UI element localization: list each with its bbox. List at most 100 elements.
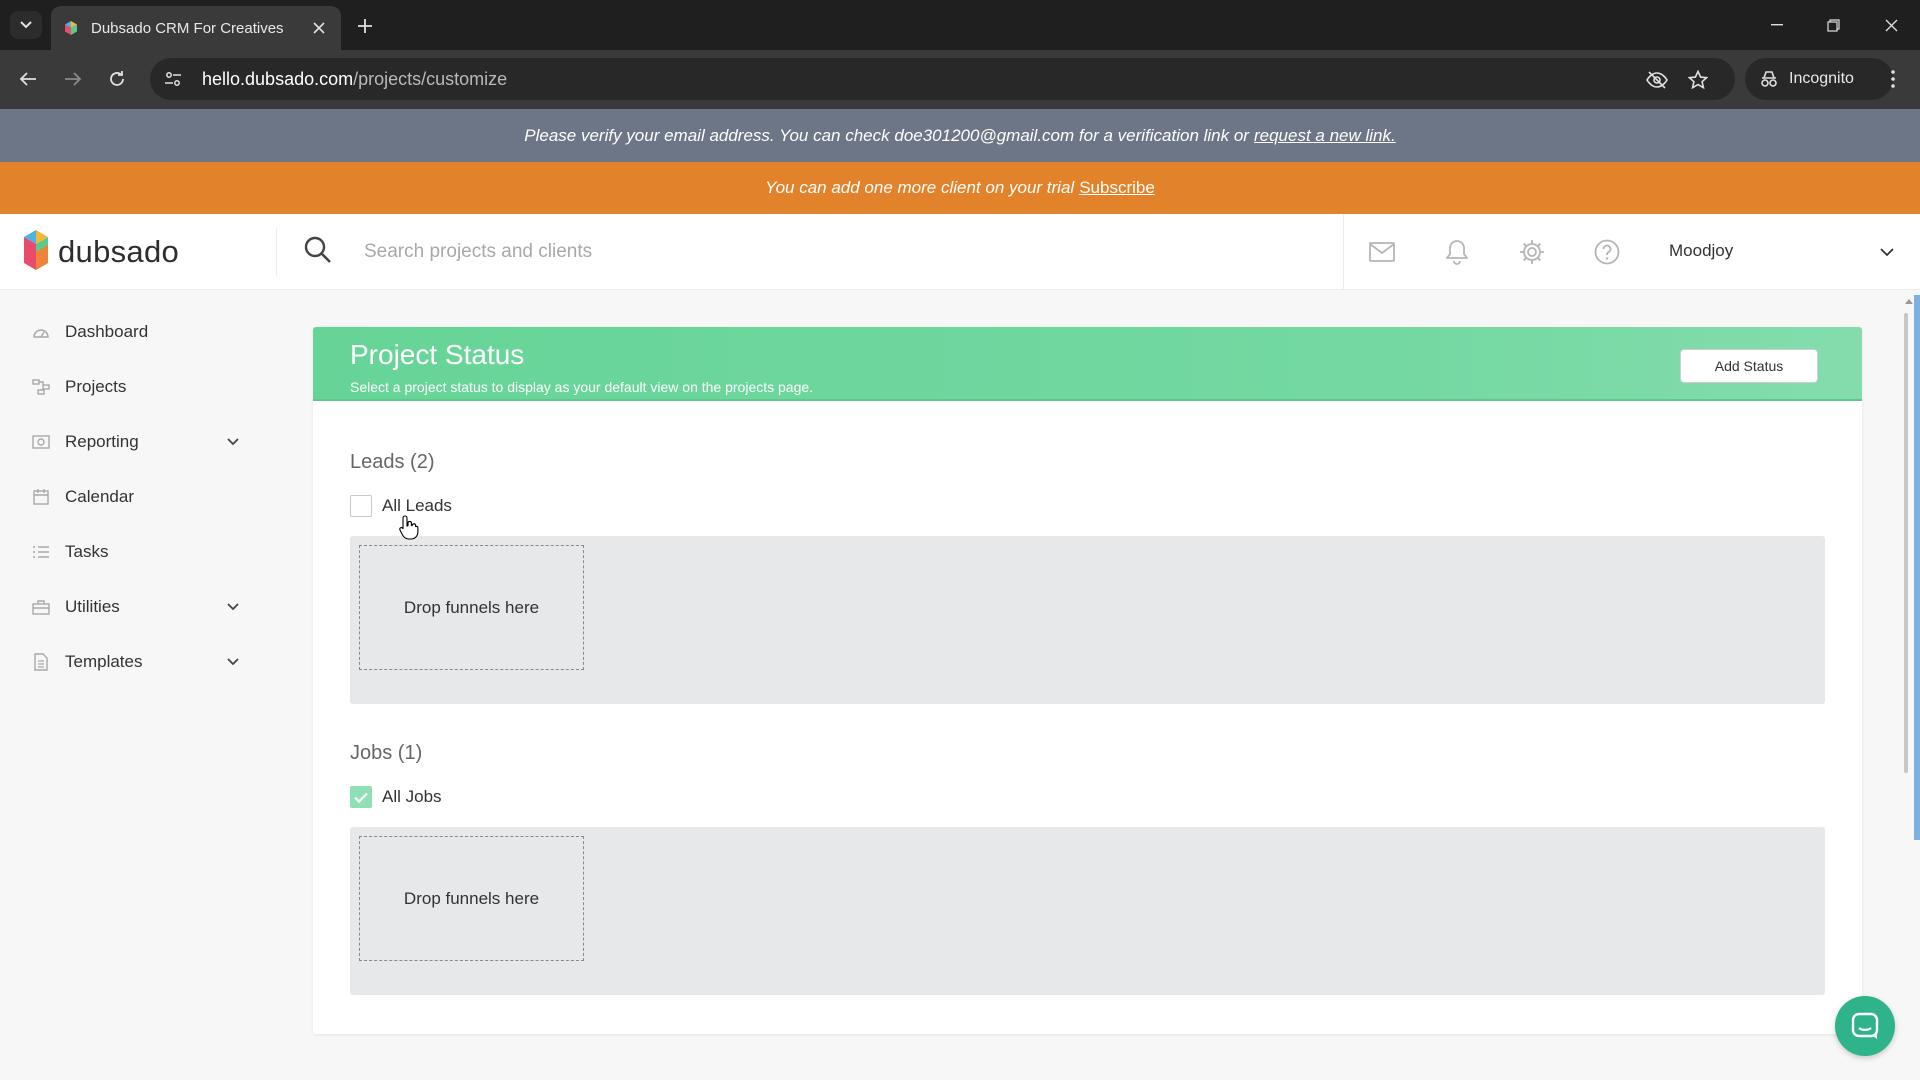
arrow-left-icon — [19, 72, 36, 86]
app-header: dubsado Moodjoy — [0, 214, 1920, 290]
templates-icon — [30, 651, 52, 673]
card-header: Project Status Select a project status t… — [313, 327, 1862, 401]
minimize-button[interactable] — [1757, 10, 1797, 40]
user-name[interactable]: Moodjoy — [1669, 241, 1733, 261]
help-icon[interactable] — [1592, 237, 1622, 267]
more-vertical-icon — [1891, 70, 1895, 88]
arrow-right-icon — [65, 72, 82, 86]
sidebar-item-label: Calendar — [65, 487, 134, 506]
all-jobs-checkbox-row[interactable]: All Jobs — [350, 785, 442, 809]
search-icon[interactable] — [304, 236, 334, 266]
sidebar-item-tasks[interactable]: Tasks — [30, 532, 250, 572]
dubsado-logo-icon — [24, 230, 48, 270]
dubsado-favicon-icon — [65, 21, 77, 35]
utilities-icon — [30, 596, 52, 618]
search-input[interactable] — [364, 234, 1264, 270]
tasks-icon — [30, 541, 52, 563]
dashboard-icon — [30, 321, 52, 343]
all-jobs-label[interactable]: All Jobs — [382, 787, 442, 807]
reload-button[interactable] — [104, 66, 130, 92]
sidebar-item-label: Projects — [65, 377, 127, 396]
tab-title: Dubsado CRM For Creatives — [91, 19, 284, 37]
sidebar-item-label: Templates — [65, 652, 143, 671]
browser-tab-bar: Dubsado CRM For Creatives — [0, 0, 1920, 50]
site-info-icon[interactable] — [164, 70, 182, 88]
sidebar-item-utilities[interactable]: Utilities — [30, 587, 250, 627]
chevron-down-icon — [20, 21, 32, 29]
page-subtitle: Select a project status to display as yo… — [350, 379, 814, 395]
scroll-edge-indicator — [1914, 295, 1920, 840]
bell-icon[interactable] — [1442, 237, 1472, 267]
sidebar-item-projects[interactable]: Projects — [30, 367, 250, 407]
sidebar-item-label: Tasks — [65, 542, 109, 561]
page-title: Project Status — [350, 339, 525, 370]
add-status-button[interactable]: Add Status — [1680, 349, 1818, 383]
url-path: /projects/customize — [353, 68, 508, 89]
all-leads-label[interactable]: All Leads — [382, 496, 452, 516]
back-button[interactable] — [15, 66, 41, 92]
url-text: hello.dubsado.com/projects/customize — [202, 69, 507, 90]
leads-drop-zone[interactable]: Drop funnels here — [359, 545, 584, 670]
jobs-drop-zone[interactable]: Drop funnels here — [359, 836, 584, 961]
chevron-down-icon[interactable] — [1877, 242, 1897, 262]
logo-text: dubsado — [58, 234, 180, 269]
tab-search-button[interactable] — [10, 11, 42, 39]
projects-icon — [30, 376, 52, 398]
eye-off-icon[interactable] — [1645, 68, 1669, 92]
calendar-icon — [30, 486, 52, 508]
chat-button[interactable] — [1835, 996, 1895, 1056]
chevron-down-icon[interactable] — [224, 433, 242, 451]
incognito-label: Incognito — [1789, 70, 1854, 87]
minimize-icon — [1771, 24, 1783, 26]
url-host: hello.dubsado.com — [202, 68, 354, 89]
incognito-indicator[interactable]: Incognito — [1745, 58, 1893, 100]
sidebar-item-label: Dashboard — [65, 322, 149, 341]
header-divider — [1343, 214, 1344, 290]
dubsado-logo[interactable]: dubsado — [22, 228, 277, 276]
incognito-icon — [1761, 71, 1777, 87]
reload-icon — [110, 71, 124, 86]
plus-icon — [358, 19, 372, 33]
leads-section-title: Leads (2) — [350, 451, 435, 473]
sidebar-item-label: Reporting — [65, 432, 139, 451]
sidebar-item-calendar[interactable]: Calendar — [30, 477, 250, 517]
sidebar-item-reporting[interactable]: Reporting — [30, 422, 250, 462]
sidebar-item-dashboard[interactable]: Dashboard — [30, 312, 250, 352]
chevron-down-icon[interactable] — [224, 653, 242, 671]
browser-tab[interactable]: Dubsado CRM For Creatives — [51, 6, 341, 50]
all-jobs-checkbox[interactable] — [350, 786, 372, 808]
gear-icon[interactable] — [1517, 237, 1547, 267]
verify-email-banner: Please verify your email address. You ca… — [0, 109, 1920, 162]
mail-icon[interactable] — [1367, 237, 1397, 267]
new-tab-button[interactable] — [352, 13, 378, 39]
chevron-down-icon[interactable] — [224, 598, 242, 616]
jobs-funnel-area: Drop funnels here — [350, 827, 1825, 995]
leads-funnel-area: Drop funnels here — [350, 536, 1825, 704]
project-status-card: Project Status Select a project status t… — [313, 327, 1862, 1034]
sidebar: Dashboard Projects Reporting Calendar Ta… — [0, 290, 280, 1080]
all-leads-checkbox[interactable] — [350, 495, 372, 517]
restore-button[interactable] — [1813, 10, 1853, 40]
scrollbar-thumb[interactable] — [1904, 313, 1908, 773]
jobs-section-title: Jobs (1) — [350, 742, 423, 764]
browser-toolbar: hello.dubsado.com/projects/customize Inc… — [0, 50, 1920, 109]
sidebar-item-label: Utilities — [65, 597, 120, 616]
verify-email-text: Please verify your email address. You ca… — [524, 125, 1249, 145]
star-icon[interactable] — [1686, 68, 1710, 92]
close-icon — [1885, 19, 1897, 31]
forward-button[interactable] — [60, 66, 86, 92]
address-bar[interactable]: hello.dubsado.com/projects/customize — [150, 58, 1735, 100]
request-new-link[interactable]: request a new link. — [1254, 126, 1396, 146]
close-tab-icon[interactable] — [309, 18, 329, 38]
subscribe-link[interactable]: Subscribe — [1079, 178, 1155, 198]
reporting-icon — [30, 431, 52, 453]
sidebar-item-templates[interactable]: Templates — [30, 642, 250, 682]
close-window-button[interactable] — [1871, 10, 1911, 40]
trial-text: You can add one more client on your tria… — [765, 178, 1075, 197]
browser-menu-button[interactable] — [1880, 66, 1906, 92]
hand-cursor-icon — [399, 515, 419, 540]
chat-icon — [1851, 1012, 1879, 1039]
checkmark-icon — [354, 792, 368, 803]
restore-icon — [1826, 18, 1840, 32]
trial-banner: You can add one more client on your tria… — [0, 162, 1920, 214]
